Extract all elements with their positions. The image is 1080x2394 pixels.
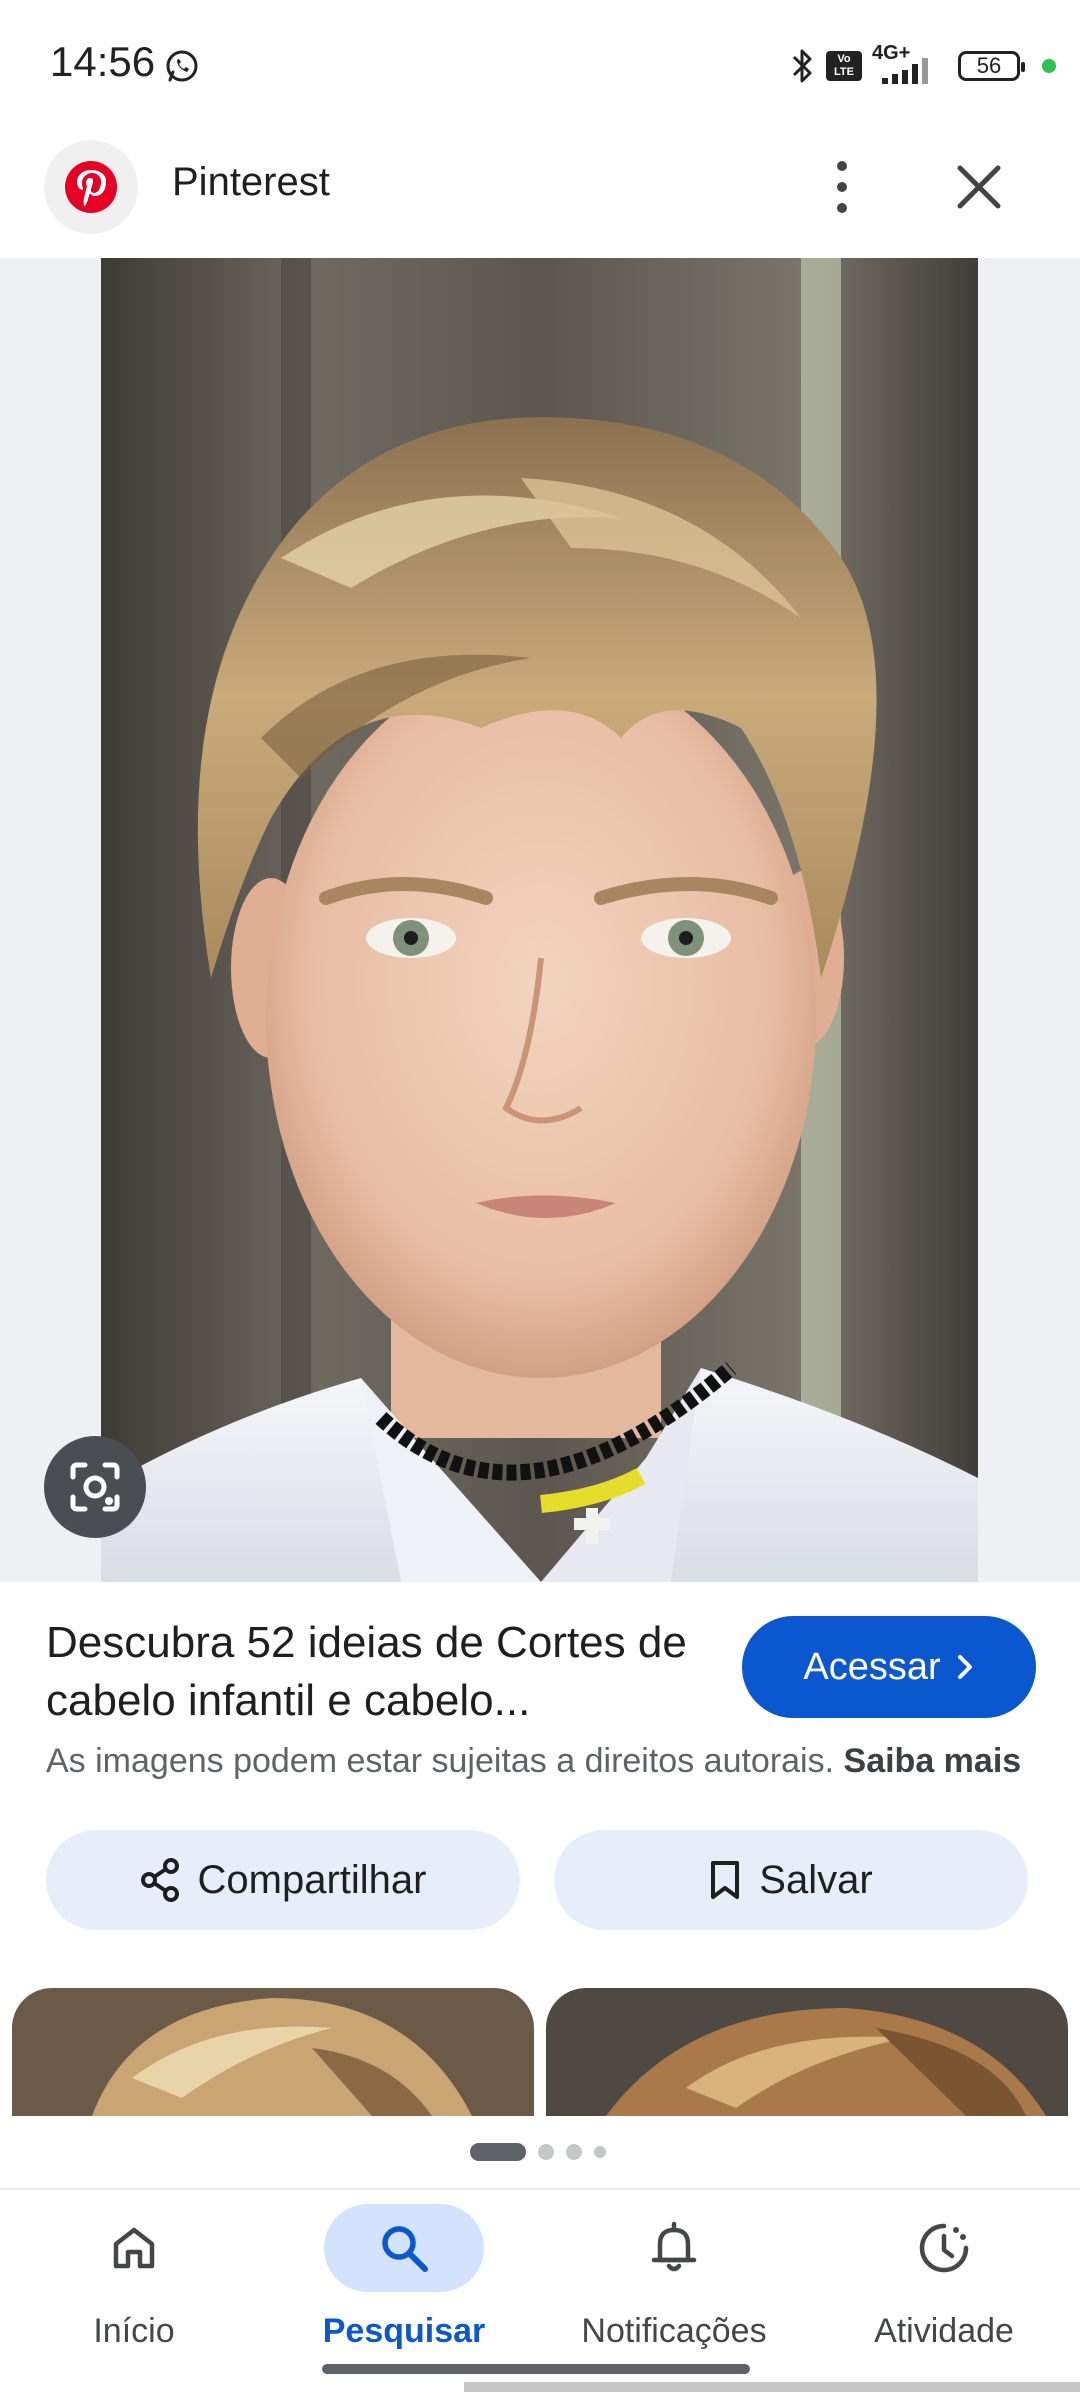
image-preview-area [0,258,1080,1582]
viewer-header: Pinterest [0,130,1080,258]
bluetooth-icon [792,49,812,83]
nav-icon-wrap [864,2204,1024,2292]
save-label: Salvar [759,1857,873,1902]
home-icon [113,2227,155,2269]
related-image-2[interactable] [546,1988,1068,2116]
copyright-text: As imagens podem estar sujeitas a direit… [46,1742,835,1780]
network-indicator: 4G+ [872,42,942,86]
gesture-hint-line [464,2382,1080,2392]
share-icon [140,1858,179,1902]
privacy-indicator-dot [1042,59,1056,73]
related-image-1[interactable] [12,1988,534,2116]
carousel-pager [470,2142,606,2162]
nav-item-activity[interactable]: Atividade [824,2190,1064,2394]
lens-icon [70,1462,120,1512]
result-image[interactable] [101,258,978,1582]
activity-icon [919,2223,969,2273]
nav-icon-wrap [54,2204,214,2292]
pager-dot [566,2144,582,2160]
share-button[interactable]: Compartilhar [46,1830,520,1930]
search-icon [382,2226,428,2272]
pager-dot-active [470,2143,526,2161]
nav-icon-wrap-active [324,2204,484,2292]
pinterest-logo-icon [65,161,117,213]
status-bar: 14:56 Vo LTE 4G+ 56 [0,0,1080,130]
visit-button[interactable]: Acessar [742,1616,1036,1718]
battery-indicator: 56 [958,51,1025,81]
home-gesture-bar[interactable] [322,2364,750,2374]
volte-badge: Vo LTE [826,51,862,81]
result-title[interactable]: Descubra 52 ideias de Cortes de cabelo i… [46,1614,706,1730]
site-name: Pinterest [172,160,330,204]
nav-label-notifications: Notificações [581,2312,767,2350]
bookmark-icon [711,1861,740,1899]
copyright-notice: As imagens podem estar sujeitas a direit… [46,1742,1021,1781]
nav-icon-wrap [594,2204,754,2292]
save-button[interactable]: Salvar [554,1830,1028,1930]
visit-button-label: Acessar [803,1645,941,1688]
related-image-1-thumb [12,1988,534,2116]
close-icon[interactable] [952,160,1006,214]
share-label: Compartilhar [197,1857,427,1902]
nav-label-home: Início [93,2312,175,2350]
bell-icon [651,2221,697,2272]
signal-icon [882,58,928,84]
site-logo[interactable] [44,140,138,234]
more-options-icon[interactable] [822,154,862,220]
related-image-2-thumb [546,1988,1068,2116]
nav-label-search: Pesquisar [322,2312,486,2350]
chevron-right-icon [957,1655,972,1679]
nav-item-home[interactable]: Início [14,2190,254,2394]
whatsapp-icon [166,50,198,82]
pager-dot [594,2146,606,2158]
pager-dot [538,2144,554,2160]
nav-label-activity: Atividade [874,2312,1014,2350]
status-icons: Vo LTE 4G+ 56 [790,42,1056,88]
google-lens-button[interactable] [44,1436,146,1538]
status-time: 14:56 [50,38,156,85]
learn-more-link[interactable]: Saiba mais [844,1742,1022,1780]
